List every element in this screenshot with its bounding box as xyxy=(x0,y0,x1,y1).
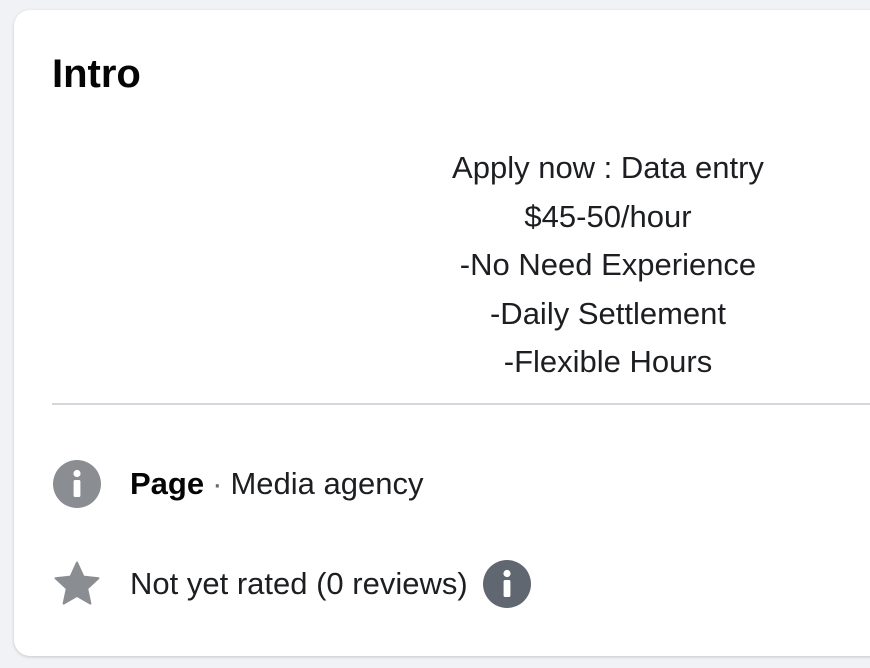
bio-line: -Daily Settlement xyxy=(489,295,727,331)
bio-line: -No Need Experience xyxy=(459,247,757,282)
star-icon xyxy=(52,559,102,609)
intro-card: Intro Apply now : Data entry $45-50/hour… xyxy=(14,10,870,656)
rating-text: Not yet rated (0 reviews) xyxy=(130,566,468,601)
rating-row: Not yet rated (0 reviews) xyxy=(52,558,532,610)
page-label: Page xyxy=(130,466,205,501)
bio-line: $45-50/hour xyxy=(524,198,692,234)
bio-line: -Flexible Hours xyxy=(503,344,713,379)
info-circle-icon xyxy=(52,459,102,509)
intro-divider xyxy=(52,403,870,405)
intro-title: Intro xyxy=(52,52,141,96)
bio-line: Apply now : Data entry xyxy=(452,150,764,185)
page-category: Media agency xyxy=(230,466,424,501)
rating-info-icon[interactable] xyxy=(482,559,532,609)
intro-bio: Apply now : Data entry $45-50/hour -No N… xyxy=(52,144,870,387)
page-separator: · xyxy=(212,466,223,501)
page-category-row: Page · Media agency xyxy=(52,458,423,510)
